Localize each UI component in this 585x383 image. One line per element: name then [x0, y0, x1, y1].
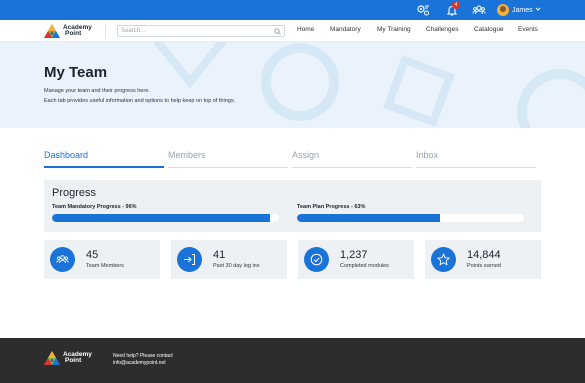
footer-help: Need help? Please contact info@academypo… [113, 353, 173, 367]
plan-progress-fill [297, 214, 440, 222]
top-bar: 4 James [0, 0, 585, 20]
logo-icon [44, 24, 60, 38]
header-divider [105, 24, 106, 38]
logo-icon [44, 351, 60, 365]
footer: Academy Point Need help? Please contact … [0, 338, 585, 383]
star-icon [431, 247, 456, 272]
check-circle-icon [304, 247, 329, 272]
chevron-down-icon [535, 6, 541, 14]
tab-dashboard[interactable]: Dashboard [44, 150, 164, 168]
user-menu[interactable]: James [497, 3, 541, 17]
nav-catalogue[interactable]: Catalogue [474, 26, 504, 36]
footer-logo-line2: Point [65, 357, 82, 364]
footer-logo[interactable]: Academy Point [44, 350, 92, 366]
stat-value: 41 [213, 249, 226, 261]
stat-label: Points earned [467, 263, 501, 269]
search-placeholder: Search... [121, 28, 146, 34]
footer-help-email[interactable]: info@academypoint.net [113, 360, 173, 367]
stat-label: Past 30 day log ins [213, 263, 260, 269]
main-header: Academy Point Search... Home Mandatory M… [0, 20, 585, 42]
stat-card-logins[interactable]: 41 Past 30 day log ins [171, 240, 287, 279]
team-icon[interactable] [472, 3, 486, 17]
logo-text-line2: Point [65, 30, 82, 37]
nav-challenges[interactable]: Challenges [426, 26, 459, 36]
login-icon [177, 247, 202, 272]
nav-events[interactable]: Events [518, 26, 538, 36]
progress-title: Progress [52, 187, 97, 199]
mandatory-progress-fill [52, 214, 270, 222]
nav-my-training[interactable]: My Training [377, 26, 411, 36]
hero-description-2: Each tab provides useful information and… [44, 98, 236, 104]
search-input[interactable]: Search... [117, 25, 285, 37]
plan-progress-label: Team Plan Progress - 63% [297, 204, 366, 210]
stat-label: Team Members [86, 263, 124, 269]
mandatory-progress-bar [52, 214, 279, 222]
tab-members[interactable]: Members [168, 150, 288, 168]
nav-mandatory[interactable]: Mandatory [330, 26, 361, 36]
tab-inbox[interactable]: Inbox [416, 150, 536, 168]
settings-icon[interactable] [416, 3, 430, 17]
footer-help-text: Need help? Please contact [113, 353, 173, 359]
hero-description-1: Manage your team and their progress here… [44, 88, 150, 94]
people-icon [50, 247, 75, 272]
stat-value: 45 [86, 249, 99, 261]
plan-progress-bar [297, 214, 524, 222]
hero-decoration [152, 42, 585, 128]
user-name: James [512, 6, 533, 14]
stat-value: 14,844 [467, 249, 501, 261]
nav-home[interactable]: Home [297, 26, 314, 36]
stat-card-team-members[interactable]: 45 Team Members [44, 240, 160, 279]
avatar [497, 4, 509, 16]
stat-value: 1,237 [340, 249, 368, 261]
progress-card: Progress Team Mandatory Progress - 96% T… [44, 180, 541, 232]
page-title: My Team [44, 64, 108, 81]
stat-card-completed-modules[interactable]: 1,237 Completed modules [298, 240, 414, 279]
stat-card-points-earned[interactable]: 14,844 Points earned [425, 240, 541, 279]
search-icon[interactable] [274, 28, 281, 35]
mandatory-progress-label: Team Mandatory Progress - 96% [52, 204, 137, 210]
logo[interactable]: Academy Point [44, 23, 92, 39]
notification-badge: 4 [452, 1, 460, 9]
hero-banner: My Team Manage your team and their progr… [0, 42, 585, 128]
tab-assign[interactable]: Assign [292, 150, 412, 168]
stat-label: Completed modules [340, 263, 389, 269]
